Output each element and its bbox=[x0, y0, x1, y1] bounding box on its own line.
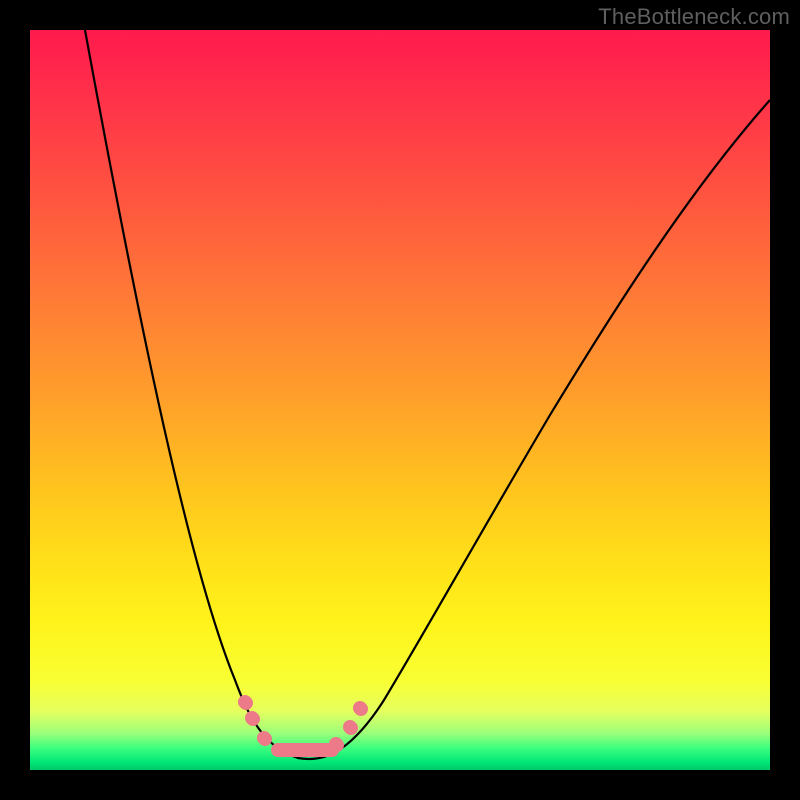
plot-area bbox=[30, 30, 770, 770]
bottleneck-curve bbox=[85, 30, 770, 759]
curve-layer bbox=[30, 30, 770, 770]
chart-frame: TheBottleneck.com bbox=[0, 0, 800, 800]
trough-marker bbox=[245, 702, 361, 750]
watermark-label: TheBottleneck.com bbox=[598, 4, 790, 30]
